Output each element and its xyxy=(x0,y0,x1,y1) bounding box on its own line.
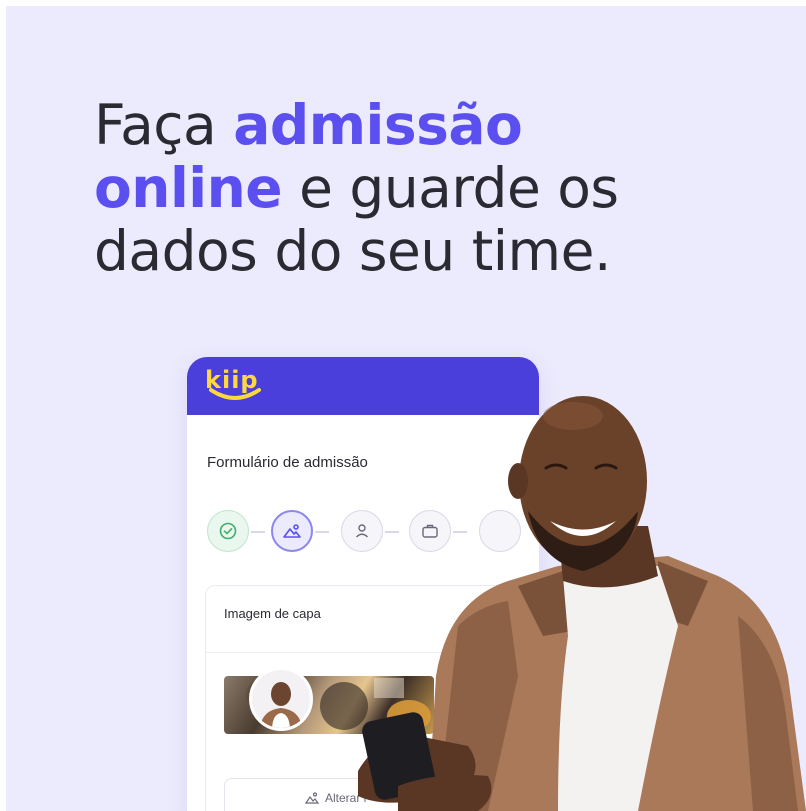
headline-accent-admissao: admissão xyxy=(233,93,523,157)
headline-line3: dados do seu time. xyxy=(94,219,611,283)
step-connector xyxy=(251,531,265,533)
logo-smile-icon xyxy=(209,388,261,400)
form-title: Formulário de admissão xyxy=(207,454,368,471)
step-image-upload-icon[interactable] xyxy=(271,510,313,552)
section-title: Imagem de capa xyxy=(224,606,321,621)
headline-accent-online: online xyxy=(94,156,283,220)
smiling-man-with-phone-image xyxy=(358,396,806,811)
step-connector xyxy=(315,531,329,533)
profile-avatar[interactable] xyxy=(249,667,313,731)
headline: Faça admissão online e guarde os dados d… xyxy=(94,94,734,283)
headline-part1: Faça xyxy=(94,93,234,157)
image-edit-icon xyxy=(305,792,319,804)
step-check-icon[interactable] xyxy=(207,510,249,552)
headline-part2: e guarde os xyxy=(282,156,619,220)
ad-canvas: Faça admissão online e guarde os dados d… xyxy=(6,6,806,811)
